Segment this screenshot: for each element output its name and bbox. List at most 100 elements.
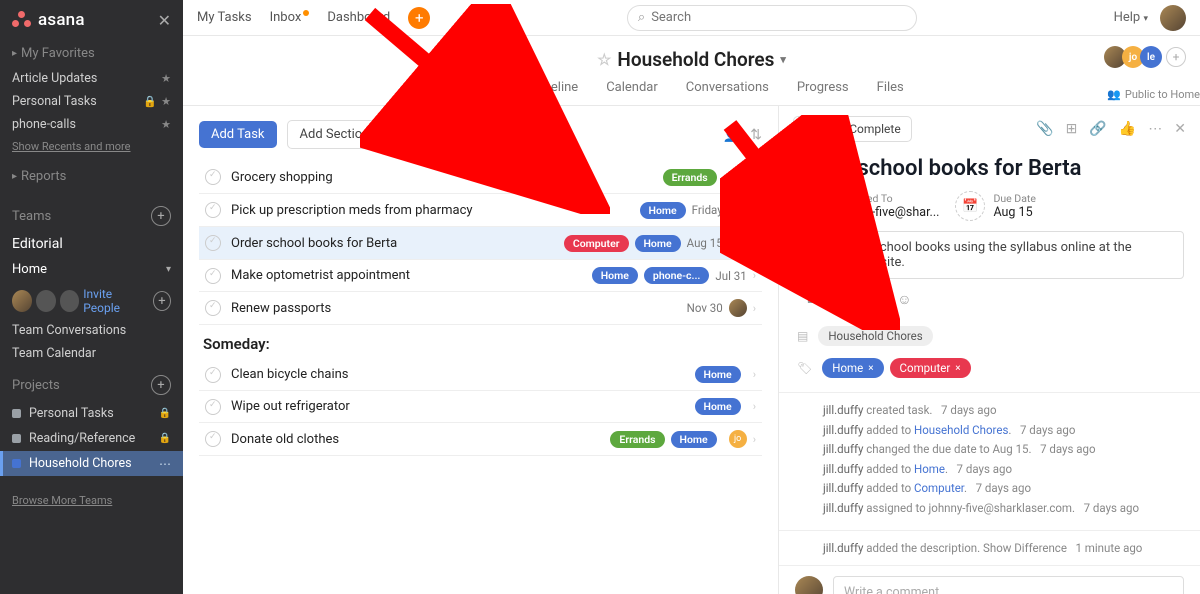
- tag-pill[interactable]: Home ×: [822, 358, 883, 378]
- reports-header[interactable]: ▸ Reports: [0, 163, 183, 190]
- remove-tag-icon[interactable]: ×: [955, 363, 960, 374]
- complete-checkbox[interactable]: [205, 235, 221, 251]
- project-tab[interactable]: Timeline: [529, 80, 579, 105]
- assignee-avatar[interactable]: [729, 201, 747, 219]
- tag[interactable]: Home: [635, 235, 681, 252]
- detail-task-title[interactable]: Order school books for Berta: [779, 152, 1200, 191]
- task-row[interactable]: Wipe out refrigerator Home›: [199, 391, 762, 423]
- sidebar-favorite-item[interactable]: Personal Tasks🔒★: [0, 90, 183, 113]
- member-avatar[interactable]: le: [1140, 46, 1162, 68]
- assignee-avatar[interactable]: jo: [729, 234, 747, 252]
- complete-checkbox[interactable]: [205, 268, 221, 284]
- project-tab[interactable]: Files: [877, 80, 904, 105]
- privacy-label[interactable]: 👥 Public to Home: [1107, 88, 1200, 101]
- tag[interactable]: Home: [695, 398, 741, 415]
- show-recents-link[interactable]: Show Recents and more: [0, 136, 183, 157]
- sidebar-project-item[interactable]: Reading/Reference🔒: [0, 426, 183, 451]
- nav-inbox[interactable]: Inbox: [270, 10, 310, 25]
- mention-icon[interactable]: @: [873, 291, 886, 308]
- assignee-avatar[interactable]: le: [729, 168, 747, 186]
- project-tab[interactable]: Calendar: [606, 80, 658, 105]
- number-list-icon[interactable]: ≡: [853, 291, 861, 308]
- sort-icon[interactable]: ⇅: [750, 127, 762, 143]
- tag-pill[interactable]: Computer ×: [890, 358, 971, 378]
- tag[interactable]: Home: [671, 431, 717, 448]
- task-row[interactable]: Make optometrist appointment Homephone-c…: [199, 260, 762, 292]
- global-add-button[interactable]: +: [408, 7, 430, 29]
- assignee-avatar[interactable]: [729, 299, 747, 317]
- add-member-button[interactable]: +: [153, 291, 171, 311]
- add-section-button[interactable]: Add Section: [287, 120, 383, 149]
- tag[interactable]: Errands: [610, 431, 664, 448]
- search-input[interactable]: [651, 10, 906, 25]
- tag[interactable]: Home: [695, 366, 741, 383]
- add-project-button[interactable]: +: [151, 375, 171, 395]
- assignee-filter-icon[interactable]: 👤: [723, 127, 740, 143]
- due-date-field[interactable]: 📅 Due Date Aug 15: [955, 191, 1035, 221]
- tag[interactable]: Home: [640, 202, 686, 219]
- chevron-down-icon[interactable]: ▾: [780, 53, 786, 66]
- close-detail-icon[interactable]: ✕: [1174, 121, 1186, 137]
- task-row[interactable]: Donate old clothes ErrandsHomejo›: [199, 423, 762, 456]
- sidebar-team-link[interactable]: Team Conversations: [0, 319, 183, 342]
- teams-header[interactable]: Teams +: [0, 200, 183, 232]
- remove-tag-icon[interactable]: ×: [868, 363, 873, 374]
- sidebar-favorite-item[interactable]: phone-calls★: [0, 113, 183, 136]
- avatar[interactable]: [60, 290, 80, 312]
- complete-checkbox[interactable]: [205, 367, 221, 383]
- complete-checkbox[interactable]: [205, 399, 221, 415]
- more-icon[interactable]: ⋯: [1148, 121, 1162, 137]
- task-row[interactable]: Pick up prescription meds from pharmacy …: [199, 194, 762, 227]
- current-user-avatar[interactable]: [1160, 5, 1186, 31]
- task-row[interactable]: Clean bicycle chains Home›: [199, 359, 762, 391]
- tag[interactable]: Computer: [564, 235, 629, 252]
- assigned-to-field[interactable]: jo Assigned To johnny-five@shar...: [797, 191, 939, 221]
- bullet-list-icon[interactable]: ☰: [828, 291, 841, 308]
- description-field[interactable]: ...er Berta's school books using the syl…: [795, 231, 1184, 279]
- project-tab[interactable]: Progress: [797, 80, 849, 105]
- help-link[interactable]: Help ▾: [1114, 10, 1148, 25]
- avatar[interactable]: [12, 290, 32, 312]
- complete-checkbox[interactable]: [205, 431, 221, 447]
- nav-my-tasks[interactable]: My Tasks: [197, 10, 252, 25]
- complete-checkbox[interactable]: [205, 202, 221, 218]
- project-tab[interactable]: List: [479, 80, 500, 105]
- project-title[interactable]: ☆ Household Chores ▾: [597, 48, 786, 71]
- home-label[interactable]: Home: [12, 262, 47, 277]
- sidebar-close-icon[interactable]: ✕: [158, 11, 171, 30]
- like-icon[interactable]: 👍: [1119, 121, 1136, 137]
- add-team-button[interactable]: +: [151, 206, 171, 226]
- complete-checkbox[interactable]: [205, 169, 221, 185]
- nav-dashboard[interactable]: Dashboard: [327, 10, 390, 25]
- project-pill[interactable]: Household Chores: [818, 326, 932, 346]
- sidebar-project-item[interactable]: Household Chores⋯: [0, 451, 183, 476]
- project-tab[interactable]: Conversations: [686, 80, 769, 105]
- sidebar-team-link[interactable]: Team Calendar: [0, 342, 183, 365]
- invite-link[interactable]: Invite People: [83, 287, 145, 315]
- attachment-icon[interactable]: 📎: [1036, 121, 1053, 137]
- projects-header[interactable]: Projects +: [0, 369, 183, 401]
- assignee-avatar[interactable]: jo: [729, 430, 747, 448]
- tag[interactable]: Home: [592, 267, 638, 284]
- add-member-button[interactable]: +: [1166, 47, 1186, 67]
- emoji-icon[interactable]: ☺: [897, 291, 911, 308]
- favorites-header[interactable]: ▸ My Favorites: [0, 40, 183, 67]
- section-someday[interactable]: Someday:: [199, 325, 762, 359]
- task-row[interactable]: Grocery shopping Errandsle›: [199, 161, 762, 194]
- star-icon[interactable]: ☆: [597, 50, 611, 69]
- add-task-button[interactable]: Add Task: [199, 121, 277, 148]
- copy-link-icon[interactable]: 🔗: [1089, 121, 1106, 137]
- tag[interactable]: Errands: [663, 169, 717, 186]
- search-box[interactable]: ⌕: [627, 5, 917, 31]
- subtask-icon[interactable]: ⊞: [1066, 121, 1078, 137]
- browse-teams-link[interactable]: Browse More Teams: [0, 490, 183, 511]
- tag[interactable]: phone-c...: [644, 267, 710, 284]
- avatar[interactable]: [36, 290, 56, 312]
- mark-complete-button[interactable]: ✓ Mark Complete: [793, 116, 912, 142]
- bold-icon[interactable]: B: [807, 291, 816, 308]
- team-editorial[interactable]: Editorial: [0, 232, 183, 256]
- task-row[interactable]: Renew passports Nov 30›: [199, 292, 762, 325]
- comment-input[interactable]: Write a comment...: [833, 576, 1184, 594]
- logo[interactable]: asana: [12, 10, 85, 30]
- task-row[interactable]: Order school books for Berta ComputerHom…: [199, 227, 762, 260]
